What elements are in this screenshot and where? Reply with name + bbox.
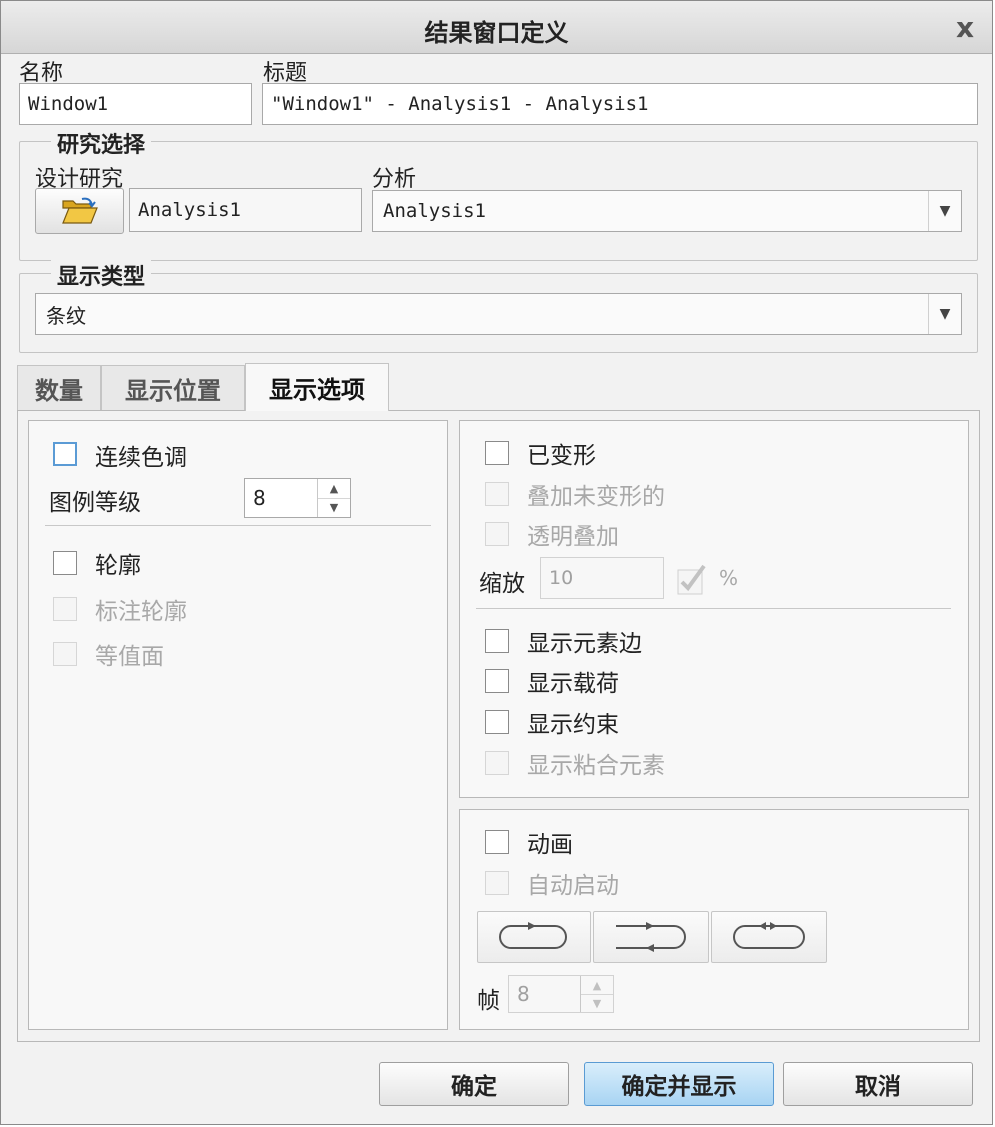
percent-label: %: [719, 566, 739, 590]
loop-icon: [499, 922, 567, 949]
frames-value: 8: [517, 982, 530, 1006]
bounce-icon: [616, 922, 686, 952]
oscillate-icon: [733, 922, 805, 949]
continuous-tone-checkbox[interactable]: [53, 442, 77, 466]
tab-quantity[interactable]: 数量: [17, 365, 101, 411]
display-type-value: 条纹: [46, 303, 86, 328]
step-animation-button[interactable]: [711, 911, 827, 963]
tab-display-location[interactable]: 显示位置: [101, 365, 245, 411]
isosurface-checkbox: [53, 642, 77, 666]
show-constraints-label: 显示约束: [527, 712, 619, 738]
auto-start-checkbox: [485, 871, 509, 895]
legend-levels-stepper[interactable]: 8 ▲ ▼: [244, 478, 351, 518]
show-element-edges-label: 显示元素边: [527, 631, 642, 657]
contour-label: 轮廓: [95, 553, 141, 579]
scale-label: 缩放: [479, 571, 525, 597]
spin-up-icon[interactable]: ▲: [318, 479, 350, 499]
title-bar[interactable]: 结果窗口定义 x: [1, 1, 992, 54]
label-contour-checkbox: [53, 597, 77, 621]
folder-open-icon: [62, 197, 98, 224]
show-constraints-checkbox[interactable]: [485, 710, 509, 734]
name-input[interactable]: Window1: [19, 83, 252, 125]
display-type-select[interactable]: 条纹 ▼: [35, 293, 962, 335]
divider: [45, 525, 431, 526]
animate-checkbox[interactable]: [485, 830, 509, 854]
chevron-down-icon[interactable]: ▼: [928, 191, 961, 231]
label-contour-label: 标注轮廓: [95, 599, 187, 625]
contour-checkbox[interactable]: [53, 551, 77, 575]
tab-display-options[interactable]: 显示选项: [245, 363, 389, 411]
dialog-title: 结果窗口定义: [424, 19, 569, 47]
ok-button[interactable]: 确定: [379, 1062, 569, 1106]
analysis-select[interactable]: Analysis1 ▼: [372, 190, 962, 232]
checked-checkbox-icon: [677, 564, 706, 595]
analysis-select-value: Analysis1: [383, 200, 486, 222]
animate-label: 动画: [527, 832, 573, 858]
display-type-title: 显示类型: [51, 259, 152, 291]
spin-down-icon[interactable]: ▼: [318, 498, 350, 517]
show-glued-elements-checkbox: [485, 751, 509, 775]
ok-and-show-button[interactable]: 确定并显示: [584, 1062, 774, 1106]
legend-levels-value: 8: [253, 486, 266, 510]
frames-label: 帧: [477, 988, 500, 1014]
show-loads-label: 显示载荷: [527, 671, 619, 697]
result-window-definition-dialog: 结果窗口定义 x 名称 标题 Window1 "Window1" - Analy…: [0, 0, 993, 1125]
loop-animation-button[interactable]: [477, 911, 591, 963]
analysis-label: 分析: [372, 167, 417, 192]
spin-up-icon: ▲: [581, 976, 613, 995]
continuous-tone-label: 连续色调: [95, 445, 187, 471]
transparent-overlay-checkbox: [485, 522, 509, 546]
study-selection-title: 研究选择: [51, 127, 152, 159]
deformed-checkbox[interactable]: [485, 441, 509, 465]
show-loads-checkbox[interactable]: [485, 669, 509, 693]
deformed-label: 已变形: [527, 443, 596, 469]
divider: [476, 608, 951, 609]
heading-input[interactable]: "Window1" - Analysis1 - Analysis1: [262, 83, 978, 125]
show-glued-elements-label: 显示粘合元素: [527, 753, 665, 779]
design-study-field: Analysis1: [129, 188, 362, 232]
reverse-animation-button[interactable]: [593, 911, 709, 963]
spin-down-icon: ▼: [592, 996, 602, 1010]
frames-stepper: 8 ▲ ▼: [508, 975, 614, 1013]
legend-levels-label: 图例等级: [49, 490, 141, 516]
overlay-undeformed-checkbox: [485, 482, 509, 506]
show-element-edges-checkbox[interactable]: [485, 629, 509, 653]
transparent-overlay-label: 透明叠加: [527, 524, 619, 550]
scale-input: 10: [540, 557, 664, 599]
overlay-undeformed-label: 叠加未变形的: [527, 484, 665, 510]
chevron-down-icon[interactable]: ▼: [928, 294, 961, 334]
cancel-button[interactable]: 取消: [783, 1062, 973, 1106]
auto-start-label: 自动启动: [527, 873, 619, 899]
close-icon[interactable]: x: [956, 11, 974, 44]
isosurface-label: 等值面: [95, 644, 164, 670]
open-study-button[interactable]: [35, 188, 124, 234]
